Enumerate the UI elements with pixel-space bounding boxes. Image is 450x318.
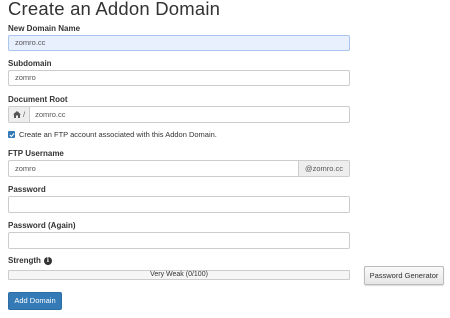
new-domain-label: New Domain Name [8, 24, 81, 33]
password-again-label: Password (Again) [8, 221, 76, 230]
ftp-username-group: zomro @zomro.cc [8, 160, 350, 177]
new-domain-input[interactable]: zomro.cc [8, 35, 350, 51]
password-again-input[interactable] [8, 232, 350, 249]
ftp-username-input[interactable]: zomro [9, 161, 298, 176]
document-root-slash: / [23, 110, 26, 119]
page-title: Create an Addon Domain [8, 0, 221, 19]
document-root-input[interactable]: zomro.cc [30, 107, 349, 122]
ftp-account-label: Create an FTP account associated with th… [19, 130, 217, 139]
password-strength-text: Very Weak (0/100) [150, 271, 208, 278]
ftp-account-option: Create an FTP account associated with th… [8, 130, 217, 139]
password-generator-button[interactable]: Password Generator [364, 266, 444, 285]
add-domain-button[interactable]: Add Domain [8, 292, 62, 310]
ftp-username-label: FTP Username [8, 149, 64, 158]
document-root-prefix: / [9, 107, 31, 122]
ftp-username-domain-suffix: @zomro.cc [298, 161, 349, 176]
document-root-label: Document Root [8, 95, 68, 104]
subdomain-input[interactable]: zomro [8, 70, 350, 86]
password-strength-meter: Very Weak (0/100) [8, 270, 350, 280]
strength-label: Strength [8, 256, 41, 265]
info-icon[interactable]: i [43, 256, 52, 265]
ftp-account-checkbox[interactable] [8, 131, 15, 138]
subdomain-label: Subdomain [8, 59, 52, 68]
home-icon [13, 111, 21, 118]
check-icon [9, 132, 15, 137]
password-input[interactable] [8, 196, 350, 213]
strength-label-group: Strength i [8, 256, 52, 265]
password-label: Password [8, 185, 46, 194]
document-root-group: / zomro.cc [8, 106, 350, 123]
